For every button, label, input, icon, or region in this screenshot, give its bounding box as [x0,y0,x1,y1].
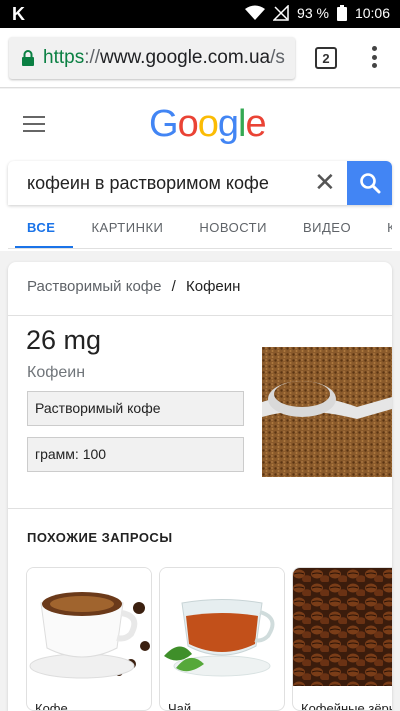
address-bar[interactable]: https://www.google.com.ua/s [9,37,295,79]
url-separator: :// [84,47,101,68]
related-item-label: Кофе [35,701,68,711]
search-input[interactable]: кофеин в растворимом кофе [27,173,269,194]
menu-icon[interactable] [23,116,45,132]
logo-letter: g [217,103,239,145]
related-item-coffee[interactable]: Кофе [26,567,152,711]
logo-letter: o [197,103,219,145]
coffee-beans-image [293,568,392,686]
search-tabs: ВСЕ КАРТИНКИ НОВОСТИ ВИДЕО КА [8,205,392,249]
related-item-label: Чай [168,701,192,711]
google-header: Google [0,89,400,161]
browser-toolbar: https://www.google.com.ua/s 2 [0,28,400,88]
logo-letter: o [177,103,199,145]
logo-letter: e [245,103,266,145]
breadcrumb-separator: / [171,278,176,295]
tab-switcher-button[interactable]: 2 [315,47,337,69]
search-area: кофеин в растворимом кофе ✕ ВСЕ КАРТИНКИ… [0,161,400,251]
related-item-tea[interactable]: Чай [159,567,285,711]
tab-images[interactable]: КАРТИНКИ [91,205,163,248]
more-options-icon[interactable] [368,44,380,70]
divider [8,508,392,509]
unit-select[interactable]: грамм: 100 [27,437,244,472]
url-scheme: https [43,47,85,68]
search-box: кофеин в растворимом кофе ✕ [8,161,392,205]
breadcrumb-parent[interactable]: Растворимый кофе [27,278,161,295]
breadcrumb: Растворимый кофе / Кофеин [27,278,240,295]
related-searches-title: ПОХОЖИЕ ЗАПРОСЫ [27,530,173,545]
nutrition-card: Растворимый кофе / Кофеин 26 mg Кофеин Р… [8,262,392,711]
tab-more[interactable]: КА [387,205,392,248]
battery-percent: 93 % [297,5,329,21]
related-item-label: Кофейные зёрна [301,701,392,711]
search-icon [359,173,380,194]
coffee-cup-image [27,568,151,686]
status-bar: K 93 % 10:06 [0,0,400,28]
url-tail: /s [270,47,285,68]
no-signal-icon [273,5,289,21]
caffeine-amount: 26 mg [26,325,102,355]
clock: 10:06 [354,5,390,21]
divider [8,315,392,316]
food-select[interactable]: Растворимый кофе [27,391,244,426]
tab-video[interactable]: ВИДЕО [303,205,351,248]
logo-letter: G [149,103,179,145]
google-logo[interactable]: Google [149,103,267,146]
lock-icon [22,50,34,66]
nutrient-label: Кофеин [27,364,86,381]
related-item-coffee-beans[interactable]: Кофейные зёрна [292,567,392,711]
instant-coffee-image[interactable] [262,347,392,477]
tab-news[interactable]: НОВОСТИ [199,205,267,248]
tab-all[interactable]: ВСЕ [14,205,75,248]
app-notification-icon: K [12,4,25,24]
status-icons: 93 % 10:06 [245,5,390,21]
battery-icon [336,5,347,21]
wifi-icon [245,5,266,20]
breadcrumb-current: Кофеин [186,278,241,295]
clear-icon[interactable]: ✕ [314,169,336,195]
url-host: www.google.com.ua [100,47,271,68]
search-button[interactable] [347,161,392,205]
tea-cup-image [160,568,284,686]
